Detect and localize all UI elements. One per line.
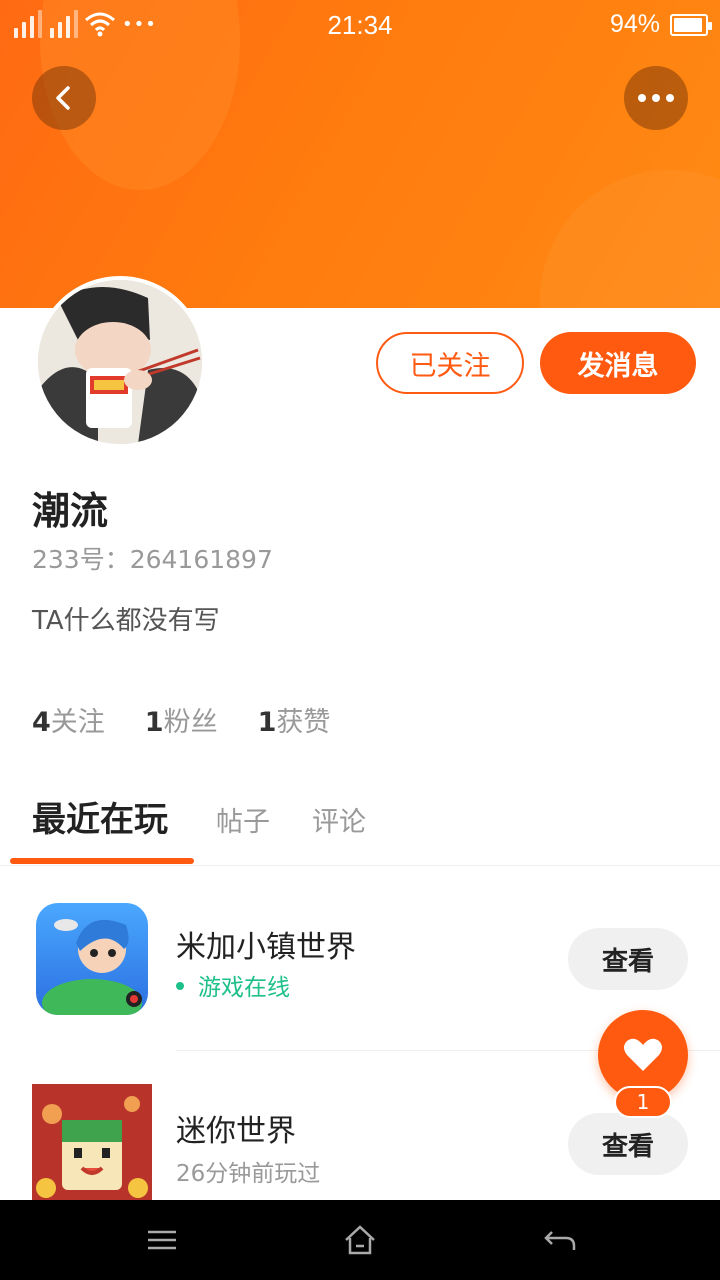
stat-likes-label: 获赞 [276, 707, 331, 738]
game-title: 迷你世界 [176, 1114, 296, 1149]
game-status-online: 游戏在线 [176, 968, 290, 1002]
followed-button[interactable]: 已关注 [376, 332, 524, 394]
profile-tabs: 最近在玩 帖子 评论 [0, 790, 720, 866]
menu-icon[interactable] [142, 1220, 182, 1260]
user-id: 233号：264161897 [32, 545, 273, 574]
game-last-played: 26分钟前玩过 [176, 1161, 321, 1187]
user-bio: TA什么都没有写 [32, 606, 220, 636]
more-dots-icon [638, 94, 674, 102]
battery-icon [670, 13, 712, 36]
profile-stats: 4关注 1粉丝 1获赞 [32, 700, 330, 739]
stat-likes-count: 1 [257, 707, 277, 738]
game-title: 米加小镇世界 [176, 930, 356, 965]
more-options-button[interactable] [624, 66, 688, 130]
system-navigation-bar [0, 1200, 720, 1280]
stat-likes[interactable]: 1获赞 [258, 700, 331, 739]
status-bar: ••• 21:34 94% [0, 0, 720, 52]
chevron-left-icon [56, 86, 70, 110]
view-game-button[interactable]: 查看 [568, 928, 688, 990]
tab-recently-played[interactable]: 最近在玩 [32, 792, 168, 841]
stat-following[interactable]: 4关注 [32, 700, 105, 739]
avatar[interactable] [34, 276, 206, 448]
game-icon-mini-world [32, 1084, 152, 1200]
view-game-button[interactable]: 查看 [568, 1113, 688, 1175]
avatar-illustration [38, 280, 202, 444]
username: 潮流 [32, 489, 109, 533]
stat-followers-count: 1 [144, 707, 164, 738]
back-button[interactable] [32, 66, 96, 130]
stat-followers-label: 粉丝 [163, 707, 218, 738]
game-icon-miga [36, 903, 148, 1015]
stat-followers[interactable]: 1粉丝 [145, 700, 218, 739]
heart-icon [624, 1038, 662, 1071]
tab-comments[interactable]: 评论 [312, 800, 366, 839]
online-dot-icon [176, 981, 184, 990]
stat-following-label: 关注 [50, 707, 105, 738]
status-icons-right: 94% [609, 10, 712, 39]
game-status-text: 游戏在线 [198, 975, 290, 1001]
battery-percent: 94% [609, 10, 660, 38]
tab-posts[interactable]: 帖子 [216, 800, 270, 839]
stat-following-count: 4 [32, 707, 51, 738]
send-message-button[interactable]: 发消息 [540, 332, 696, 394]
back-arrow-icon[interactable] [540, 1220, 580, 1260]
like-count-badge: 1 [614, 1086, 672, 1118]
active-tab-indicator [10, 858, 194, 864]
home-icon[interactable] [340, 1220, 380, 1260]
